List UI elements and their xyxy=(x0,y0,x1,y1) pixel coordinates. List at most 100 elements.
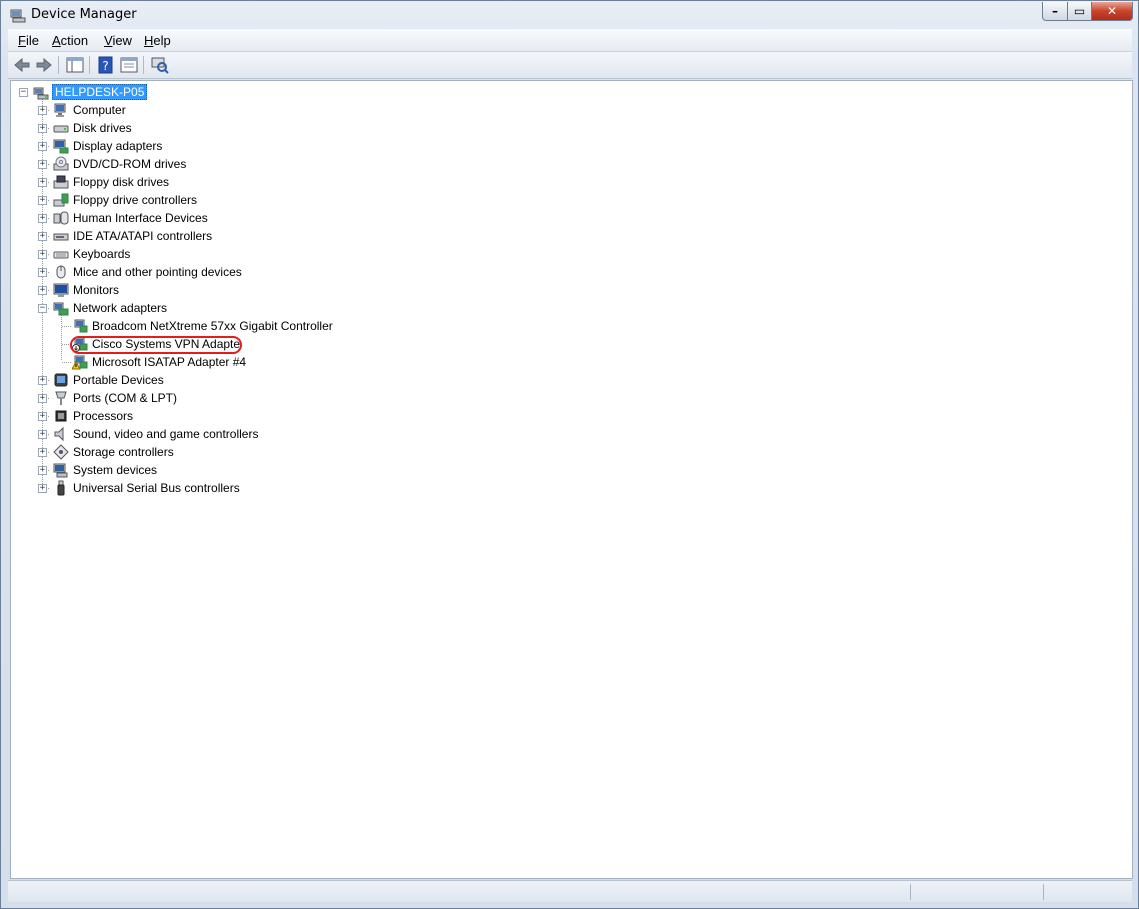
help-icon[interactable]: ? xyxy=(96,55,116,75)
category-label[interactable]: Sound, video and game controllers xyxy=(73,427,258,441)
tree-category[interactable]: + Portable Devices xyxy=(11,371,611,389)
tree-category[interactable]: + Monitors xyxy=(11,281,611,299)
expand-icon[interactable]: + xyxy=(38,286,47,295)
tree-category[interactable]: + Keyboards xyxy=(11,245,611,263)
tree-category[interactable]: + Display adapters xyxy=(11,137,611,155)
tree-category[interactable]: + System devices xyxy=(11,461,611,479)
expand-icon[interactable]: + xyxy=(38,466,47,475)
maximize-button[interactable]: ▭ xyxy=(1067,2,1092,21)
svg-text:?: ? xyxy=(102,59,108,73)
scan-hardware-icon[interactable] xyxy=(150,55,170,75)
category-label[interactable]: Floppy drive controllers xyxy=(73,193,197,207)
expand-icon[interactable]: + xyxy=(38,160,47,169)
expand-icon[interactable]: + xyxy=(38,430,47,439)
category-label[interactable]: Disk drives xyxy=(73,121,132,135)
category-label[interactable]: Keyboards xyxy=(73,247,130,261)
disk-drive-icon xyxy=(53,125,69,133)
category-label[interactable]: Processors xyxy=(73,409,133,423)
tree-category[interactable]: + Floppy drive controllers xyxy=(11,191,611,209)
category-label[interactable]: Storage controllers xyxy=(73,445,174,459)
properties-icon[interactable] xyxy=(119,55,139,75)
tree-category[interactable]: + Disk drives xyxy=(11,119,611,137)
expand-icon[interactable]: + xyxy=(38,394,47,403)
tree-category[interactable]: + Universal Serial Bus controllers xyxy=(11,479,611,497)
hid-icon xyxy=(53,211,69,225)
usb-icon xyxy=(57,480,65,496)
category-label[interactable]: DVD/CD-ROM drives xyxy=(73,157,186,171)
category-label[interactable]: System devices xyxy=(73,463,157,477)
category-label[interactable]: IDE ATA/ATAPI controllers xyxy=(73,229,212,243)
expand-icon[interactable]: + xyxy=(38,178,47,187)
window-title: Device Manager xyxy=(31,7,137,22)
expand-icon[interactable]: + xyxy=(38,484,47,493)
tree-category[interactable]: + Floppy disk drives xyxy=(11,173,611,191)
expand-icon[interactable]: + xyxy=(38,268,47,277)
back-icon[interactable] xyxy=(12,55,32,75)
menu-help[interactable]: Help xyxy=(144,33,171,48)
monitor-icon xyxy=(53,283,69,297)
category-label[interactable]: Mice and other pointing devices xyxy=(73,265,242,279)
tree-category[interactable]: + Storage controllers xyxy=(11,443,611,461)
tree-root[interactable]: − HELPDESK-P05 xyxy=(11,83,611,101)
tree-category[interactable]: + Ports (COM & LPT) xyxy=(11,389,611,407)
category-label[interactable]: Portable Devices xyxy=(73,373,164,387)
network-adapter-item[interactable]: Microsoft ISATAP Adapter #4 xyxy=(11,353,611,371)
collapse-icon[interactable]: − xyxy=(19,88,28,97)
expand-icon[interactable]: + xyxy=(38,232,47,241)
show-hide-console-tree-icon[interactable] xyxy=(65,55,85,75)
tree-category[interactable]: + IDE ATA/ATAPI controllers xyxy=(11,227,611,245)
expand-icon[interactable]: + xyxy=(38,106,47,115)
minimize-button[interactable]: – xyxy=(1042,2,1068,21)
tree-category[interactable]: + Mice and other pointing devices xyxy=(11,263,611,281)
tree-category[interactable]: + Computer xyxy=(11,101,611,119)
expand-icon[interactable]: + xyxy=(38,214,47,223)
warning-network-adapter-icon xyxy=(72,355,88,370)
storage-icon xyxy=(53,444,69,460)
dvd-icon xyxy=(53,156,69,171)
network-adapter-label[interactable]: Broadcom NetXtreme 57xx Gigabit Controll… xyxy=(92,319,333,333)
forward-icon[interactable] xyxy=(34,55,54,75)
tree-category[interactable]: + Human Interface Devices xyxy=(11,209,611,227)
display-adapter-icon xyxy=(53,139,69,154)
expand-icon[interactable]: + xyxy=(38,376,47,385)
toolbar: ? xyxy=(8,52,1132,79)
category-label[interactable]: Network adapters xyxy=(73,301,167,315)
close-button[interactable]: ✕ xyxy=(1091,2,1133,21)
tree-category[interactable]: + DVD/CD-ROM drives xyxy=(11,155,611,173)
device-manager-icon xyxy=(10,9,26,23)
computer-root-icon xyxy=(33,87,49,100)
root-label[interactable]: HELPDESK-P05 xyxy=(52,84,148,100)
category-label[interactable]: Monitors xyxy=(73,283,119,297)
title-bar[interactable]: Device Manager – ▭ ✕ xyxy=(1,1,1138,29)
annotation-highlight-ring xyxy=(70,336,242,354)
menu-file[interactable]: File xyxy=(18,33,39,48)
tree-category[interactable]: + Processors xyxy=(11,407,611,425)
category-label[interactable]: Floppy disk drives xyxy=(73,175,169,189)
expand-icon[interactable]: + xyxy=(38,448,47,457)
category-label[interactable]: Ports (COM & LPT) xyxy=(73,391,177,405)
network-adapter-icon xyxy=(53,302,69,316)
category-label[interactable]: Human Interface Devices xyxy=(73,211,208,225)
collapse-icon[interactable]: − xyxy=(38,304,47,313)
menu-action[interactable]: Action xyxy=(52,33,88,48)
device-tree[interactable]: − HELPDESK-P05 + Computer + Disk drives + Dis… xyxy=(10,80,1133,879)
tree-category[interactable]: + Sound, video and game controllers xyxy=(11,425,611,443)
tree-category[interactable]: − Network adapters xyxy=(11,299,611,317)
network-adapter-item[interactable]: Broadcom NetXtreme 57xx Gigabit Controll… xyxy=(11,317,611,335)
processor-icon xyxy=(55,410,67,422)
sound-icon xyxy=(54,426,64,442)
port-icon xyxy=(55,391,67,405)
network-adapter-label[interactable]: Microsoft ISATAP Adapter #4 xyxy=(92,355,246,369)
expand-icon[interactable]: + xyxy=(38,412,47,421)
maximize-icon: ▭ xyxy=(1073,4,1086,18)
floppy-controller-icon xyxy=(53,193,69,207)
category-label[interactable]: Universal Serial Bus controllers xyxy=(73,481,240,495)
category-label[interactable]: Computer xyxy=(73,103,126,117)
expand-icon[interactable]: + xyxy=(38,124,47,133)
portable-device-icon xyxy=(54,373,68,387)
menu-view[interactable]: View xyxy=(104,33,132,48)
expand-icon[interactable]: + xyxy=(38,142,47,151)
expand-icon[interactable]: + xyxy=(38,196,47,205)
expand-icon[interactable]: + xyxy=(38,250,47,259)
category-label[interactable]: Display adapters xyxy=(73,139,162,153)
